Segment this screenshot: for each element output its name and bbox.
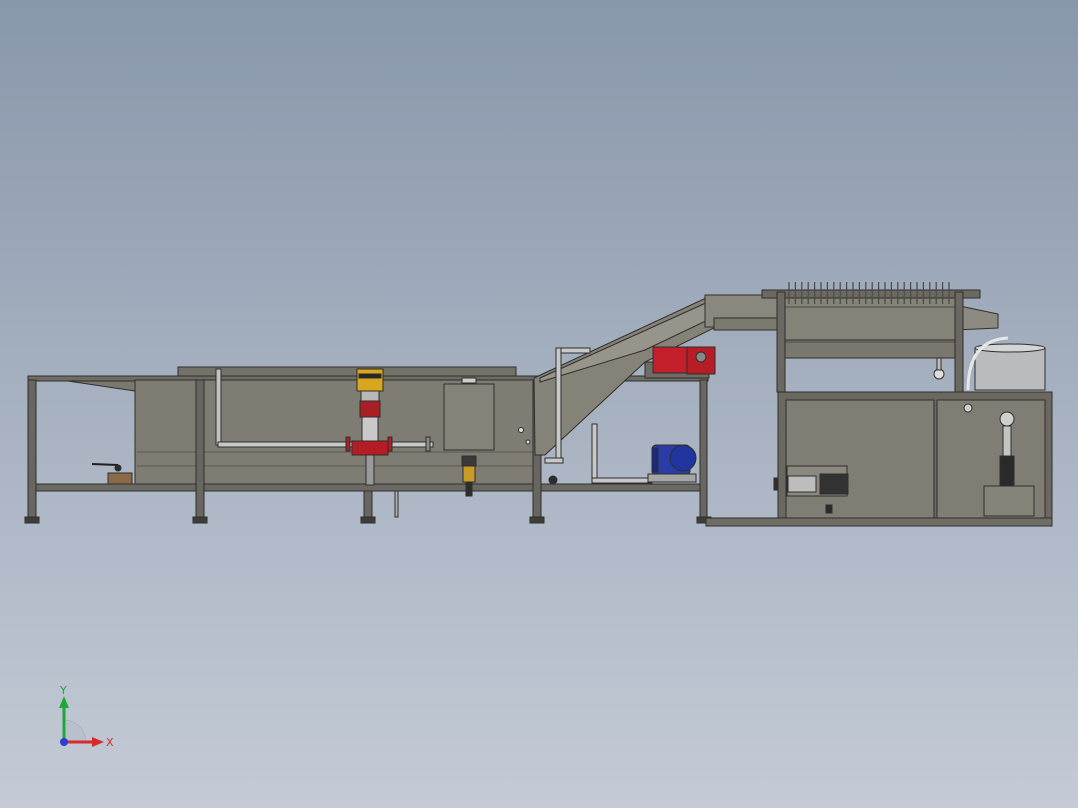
- triad-arc: [63, 719, 87, 743]
- frame-leg: [699, 379, 708, 519]
- frame-leg: [363, 490, 373, 519]
- leveling-foot: [24, 516, 40, 524]
- filter-upright: [776, 291, 786, 393]
- y-axis-label: Y: [59, 684, 67, 697]
- conveyor-discharge: [713, 317, 781, 331]
- conveyor-motor: [652, 346, 690, 374]
- x-axis-label: X: [106, 736, 114, 749]
- centrifugal-pump[interactable]: [647, 444, 697, 483]
- pump-base: [351, 440, 389, 456]
- cabinet-pump-motor: [999, 455, 1015, 487]
- filter-trough-lower: [784, 339, 956, 359]
- frame-brace: [67, 380, 136, 392]
- drain-valve: [107, 472, 133, 485]
- tank-lid: [177, 366, 517, 377]
- cabinet-gearmotor-plate: [787, 475, 817, 493]
- graphics-viewport[interactable]: Y X: [0, 0, 1078, 808]
- pump-outlet: [365, 454, 375, 486]
- tank-door-handle: [461, 377, 477, 384]
- pump-motor-band: [358, 373, 382, 379]
- filter-trough: [784, 297, 956, 341]
- filter-top-frame: [761, 289, 981, 299]
- drain-rod: [394, 490, 399, 518]
- circulation-pipe: [217, 441, 434, 448]
- z-axis-indicator: [60, 738, 68, 746]
- pump-coupling: [360, 390, 380, 402]
- coordinate-triad: Y X: [59, 684, 114, 749]
- pipe-flange-2: [387, 436, 393, 452]
- machine-model-view[interactable]: [0, 0, 1078, 808]
- pipe-valve: [548, 475, 558, 485]
- pump-motor-top: [356, 368, 384, 392]
- conveyor-pipe: [559, 347, 591, 354]
- filter-drop: [936, 357, 942, 371]
- cabinet-pump-shaft: [1002, 425, 1012, 457]
- conveyor-pipe-elbow: [544, 457, 564, 464]
- y-axis-arrowhead: [59, 696, 69, 708]
- pipe-flange-3: [425, 436, 431, 452]
- pump-stack: [361, 416, 379, 442]
- blue-pump-pipe-h: [591, 477, 653, 484]
- cabinet-bracket: [773, 477, 779, 491]
- return-pipe-vertical: [215, 368, 222, 446]
- cabinet-base: [705, 517, 1053, 527]
- cabinet-left-panel: [785, 399, 935, 519]
- frame-leg: [195, 379, 205, 519]
- frame-leg: [27, 379, 37, 519]
- leveling-foot: [529, 516, 545, 524]
- x-axis-arrowhead: [92, 737, 104, 747]
- tank-access-door: [443, 383, 495, 451]
- pump-body: [359, 400, 381, 418]
- collection-drum: [974, 347, 1046, 391]
- level-sensor-2: [525, 439, 531, 445]
- conveyor-pipe-drop: [555, 347, 562, 461]
- blue-pump-head: [669, 444, 697, 472]
- cabinet-pump-base: [983, 485, 1035, 517]
- gearbox-hub: [695, 351, 707, 363]
- cabinet-bolt: [825, 504, 833, 514]
- cabinet-pump-head: [999, 411, 1015, 427]
- cabinet-fitting: [963, 403, 973, 413]
- valve-knob: [114, 464, 122, 472]
- cabinet-gearmotor: [819, 473, 849, 495]
- pipe-flange: [345, 436, 351, 452]
- valve-handle: [91, 463, 119, 466]
- level-sensor: [518, 427, 524, 433]
- blue-pump-fan: [651, 447, 659, 473]
- blue-pump-base: [647, 473, 697, 483]
- filter-upright: [954, 291, 964, 393]
- leveling-foot: [192, 516, 208, 524]
- leveling-foot: [360, 516, 376, 524]
- blue-pump-pipe: [591, 423, 598, 483]
